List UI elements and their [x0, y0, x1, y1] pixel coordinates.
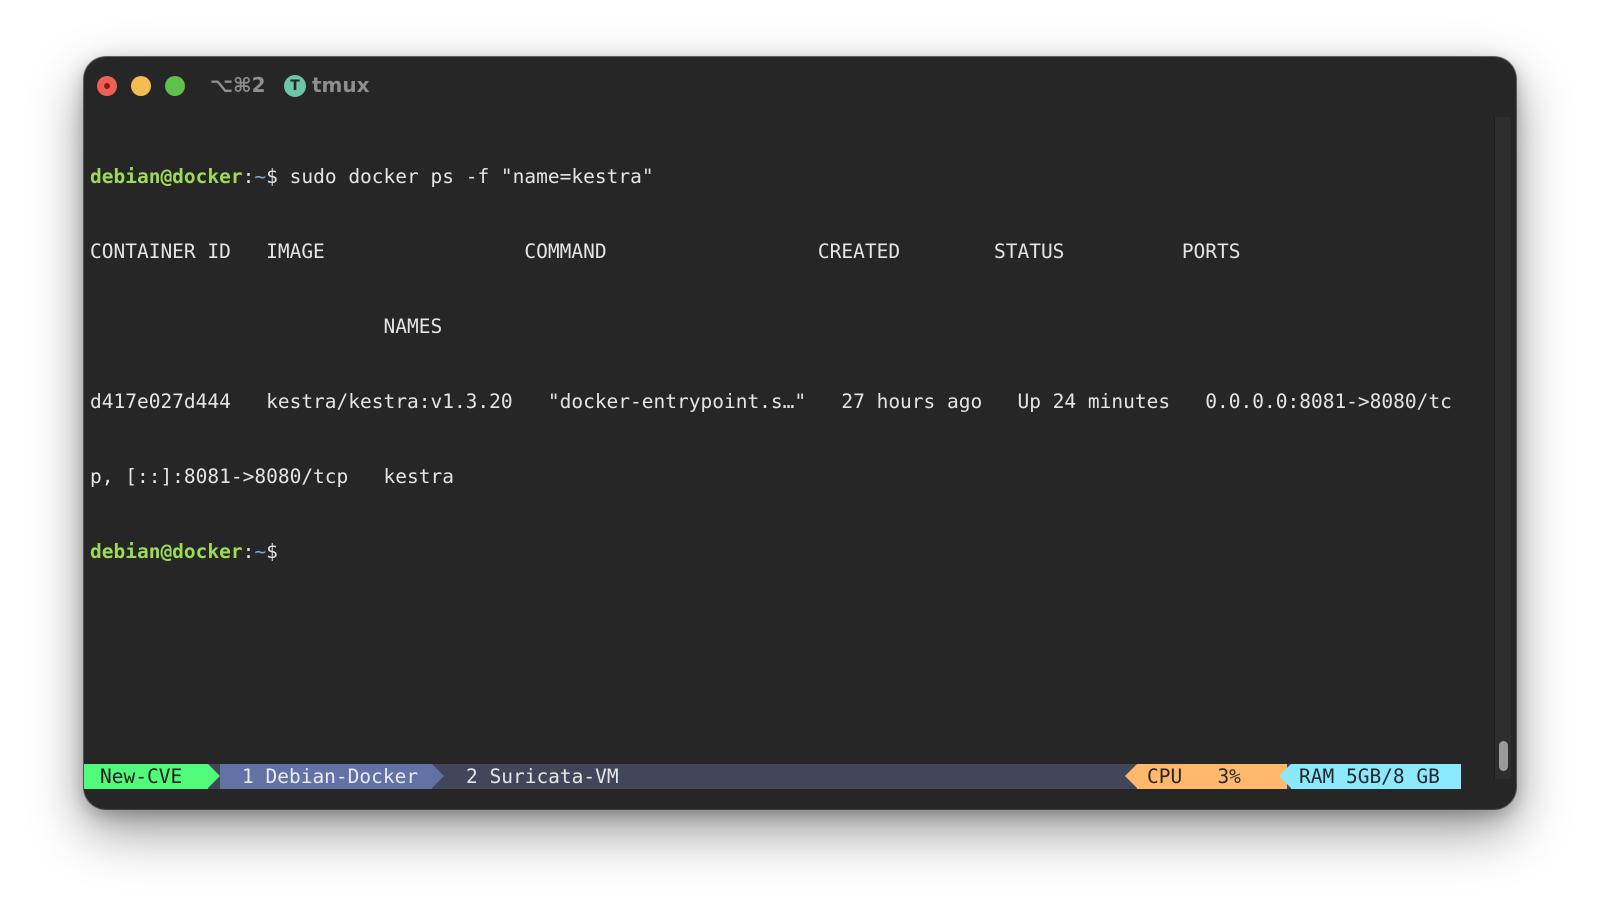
window-title: tmux: [312, 73, 370, 97]
output-line: d417e027d444 kestra/kestra:v1.3.20 "dock…: [90, 390, 1452, 413]
cpu-usage: CPU 3%: [1137, 764, 1287, 789]
output-line: CONTAINER ID IMAGE COMMAND CREATED STATU…: [90, 240, 1241, 263]
prompt-symbol: $: [266, 165, 278, 188]
terminal-output[interactable]: debian@docker:~$ sudo docker ps -f "name…: [90, 114, 1460, 614]
tmux-status-bar: New-CVE 1 Debian-Docker 2 Suricata-VM CP…: [84, 764, 1461, 789]
output-line: NAMES: [90, 315, 443, 338]
window-separator-arrow: [432, 764, 444, 788]
prompt-path: ~: [254, 165, 267, 188]
session-name: New-CVE: [84, 764, 208, 789]
tmux-window-1[interactable]: 1 Debian-Docker: [220, 764, 432, 789]
prompt-path: ~: [254, 540, 267, 563]
title-bar: ⌥⌘2 T tmux: [84, 57, 1516, 113]
tab-shortcut-label: ⌥⌘2: [210, 73, 266, 97]
output-line: p, [::]:8081->8080/tcp kestra: [90, 465, 454, 488]
terminal-scrollbar[interactable]: [1494, 117, 1511, 779]
prompt-colon: :: [242, 540, 255, 563]
ram-separator-arrow: [1279, 764, 1291, 788]
ram-usage: RAM 5GB/8 GB: [1291, 764, 1461, 789]
command-line: debian@docker:~$ sudo docker ps -f "name…: [90, 164, 1460, 189]
prompt-colon: :: [242, 165, 255, 188]
cpu-separator-arrow: [1125, 764, 1137, 788]
tmux-app-icon: T: [284, 75, 306, 97]
session-separator-arrow: [208, 764, 220, 788]
current-prompt: debian@docker:~$: [90, 539, 1460, 564]
tmux-window-2[interactable]: 2 Suricata-VM: [466, 764, 619, 789]
terminal-window: ⌥⌘2 T tmux debian@docker:~$ sudo docker …: [84, 57, 1516, 809]
command-text: sudo docker ps -f "name=kestra": [277, 165, 654, 188]
prompt-symbol: $: [266, 540, 278, 563]
scrollbar-thumb[interactable]: [1499, 741, 1508, 771]
minimize-button[interactable]: [131, 76, 151, 96]
maximize-button[interactable]: [165, 76, 185, 96]
close-button[interactable]: [97, 76, 117, 96]
prompt-user-host: debian@docker: [90, 165, 243, 188]
prompt-user-host: debian@docker: [90, 540, 243, 563]
